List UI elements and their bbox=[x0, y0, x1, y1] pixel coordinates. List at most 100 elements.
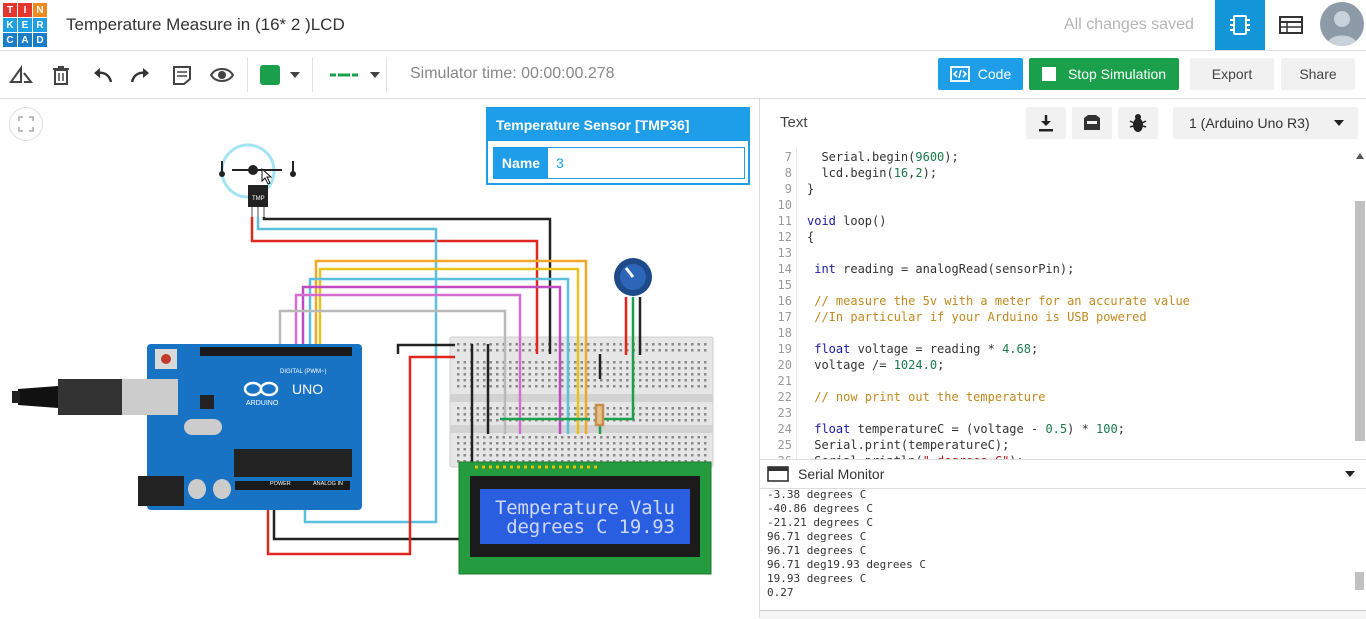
toolbar-divider bbox=[386, 57, 387, 92]
scroll-up-icon[interactable] bbox=[1356, 153, 1364, 159]
library-button[interactable] bbox=[1072, 107, 1112, 139]
line-number: 25 bbox=[777, 438, 792, 452]
redo-button[interactable] bbox=[129, 63, 153, 87]
lcd-line-2: degrees C 19.93 bbox=[495, 516, 675, 538]
code-button[interactable]: Code bbox=[938, 58, 1023, 90]
arduino-model-label: UNO bbox=[292, 381, 323, 397]
serial-line: 19.93 degrees C bbox=[767, 572, 867, 585]
inspector-title: Temperature Sensor [TMP36] bbox=[488, 109, 748, 141]
logo-letter: N bbox=[33, 3, 47, 17]
visibility-button[interactable] bbox=[210, 63, 234, 87]
code-line: 8 lcd.begin(16,2); bbox=[760, 165, 1350, 181]
circuit-view-button[interactable] bbox=[1215, 0, 1265, 50]
line-number: 17 bbox=[777, 310, 792, 324]
serial-monitor-output[interactable]: -3.38 degrees C -40.86 degrees C -21.21 de… bbox=[760, 488, 1366, 610]
stop-simulation-button[interactable]: Stop Simulation bbox=[1029, 58, 1179, 90]
serial-line: 0.27 bbox=[767, 586, 794, 599]
code-text: Serial.begin(9600); bbox=[807, 150, 959, 164]
editor-toolbar: Simulator time: 00:00:00.278 Code Stop S… bbox=[0, 51, 1366, 99]
code-panel: Text 1 (Arduino Uno R3) 7 Serial.begin(9… bbox=[759, 99, 1366, 619]
line-number: 24 bbox=[777, 422, 792, 436]
logo-letter: R bbox=[33, 18, 47, 32]
code-panel-header: Text 1 (Arduino Uno R3) bbox=[760, 99, 1366, 148]
code-line: 16 // measure the 5v with a meter for an… bbox=[760, 293, 1350, 309]
list-view-button[interactable] bbox=[1266, 0, 1316, 50]
terminal-icon bbox=[767, 466, 789, 482]
circuit-view-icon bbox=[1230, 15, 1250, 35]
serial-scrollbar[interactable] bbox=[1355, 572, 1364, 590]
code-line: 22 // now print out the temperature bbox=[760, 389, 1350, 405]
line-number: 19 bbox=[777, 342, 792, 356]
logo-letter: E bbox=[18, 18, 32, 32]
breadboard[interactable] bbox=[449, 336, 714, 468]
serial-monitor-title: Serial Monitor bbox=[798, 466, 885, 482]
save-status: All changes saved bbox=[1064, 16, 1194, 33]
logo-letter: A bbox=[18, 33, 32, 47]
logo-letter: I bbox=[18, 3, 32, 17]
code-text: //In particular if your Arduino is USB p… bbox=[807, 310, 1147, 324]
notes-button[interactable] bbox=[170, 63, 194, 87]
line-number: 16 bbox=[777, 294, 792, 308]
tinkercad-logo[interactable]: TIN KER CAD bbox=[3, 3, 47, 47]
code-line: 18 bbox=[760, 325, 1350, 341]
arduino-brand-label: ARDUINO bbox=[246, 400, 279, 407]
download-icon bbox=[1039, 115, 1053, 132]
code-text: voltage /= 1024.0; bbox=[807, 358, 945, 372]
share-button[interactable]: Share bbox=[1281, 58, 1355, 90]
code-editor[interactable]: 7 Serial.begin(9600); 8 lcd.begin(16,2); 9… bbox=[760, 147, 1366, 459]
serial-line: 96.71 degrees C bbox=[767, 530, 867, 543]
line-number: 7 bbox=[784, 150, 792, 164]
code-line: 14 int reading = analogRead(sensorPin); bbox=[760, 261, 1350, 277]
eye-icon bbox=[210, 68, 234, 82]
serial-line: 96.71 degrees C bbox=[767, 544, 867, 557]
line-number: 21 bbox=[777, 374, 792, 388]
board-select[interactable]: 1 (Arduino Uno R3) bbox=[1173, 107, 1358, 139]
undo-icon bbox=[94, 68, 113, 83]
code-text: { bbox=[807, 230, 815, 244]
line-number: 8 bbox=[784, 166, 792, 180]
code-line: 21 bbox=[760, 373, 1350, 389]
download-button[interactable] bbox=[1026, 107, 1066, 139]
delete-button[interactable] bbox=[49, 63, 73, 87]
sensor-label: TMP bbox=[252, 196, 265, 202]
code-text: float temperatureC = (voltage - 0.5) * 1… bbox=[814, 422, 1125, 436]
code-icon bbox=[949, 66, 970, 82]
debugger-button[interactable] bbox=[1118, 107, 1158, 139]
wire-style-picker[interactable] bbox=[327, 63, 383, 87]
component-inspector: Temperature Sensor [TMP36] Name 3 bbox=[486, 107, 750, 185]
user-avatar[interactable] bbox=[1320, 2, 1364, 46]
stop-icon bbox=[1041, 67, 1056, 81]
serial-line: 96.71 deg19.93 degrees C bbox=[767, 558, 926, 571]
potentiometer[interactable] bbox=[614, 258, 652, 296]
line-number: 15 bbox=[777, 278, 792, 292]
line-number: 20 bbox=[777, 358, 792, 372]
top-header: TIN KER CAD Temperature Measure in (16* 2 … bbox=[0, 0, 1366, 51]
code-mode-label[interactable]: Text bbox=[780, 114, 808, 131]
code-line: 13 bbox=[760, 245, 1350, 261]
circuit-canvas[interactable]: TMP UNO ARDUINO DIGITAL (PWM~) POWER ANA… bbox=[0, 99, 758, 618]
code-text: void loop() bbox=[807, 214, 887, 228]
code-text: } bbox=[807, 182, 815, 196]
export-button[interactable]: Export bbox=[1190, 58, 1274, 90]
code-scrollbar[interactable] bbox=[1355, 201, 1365, 441]
undo-button[interactable] bbox=[90, 63, 114, 87]
chevron-down-icon bbox=[370, 72, 380, 78]
stop-simulation-label: Stop Simulation bbox=[1067, 66, 1167, 82]
serial-monitor-header[interactable]: Serial Monitor bbox=[760, 459, 1366, 489]
logo-letter: K bbox=[3, 18, 17, 32]
redo-icon bbox=[130, 68, 149, 83]
line-number: 9 bbox=[784, 182, 792, 196]
chevron-down-icon[interactable] bbox=[1345, 471, 1355, 477]
project-title[interactable]: Temperature Measure in (16* 2 )LCD bbox=[66, 15, 345, 35]
code-text: Serial.print(temperatureC); bbox=[807, 438, 1010, 452]
logo-letter: C bbox=[3, 33, 17, 47]
color-picker[interactable] bbox=[258, 63, 302, 87]
inspector-name-input[interactable]: 3 bbox=[548, 148, 744, 178]
chevron-down-icon bbox=[1334, 120, 1344, 126]
line-number: 14 bbox=[777, 262, 792, 276]
arduino-power-label: POWER bbox=[270, 481, 291, 487]
code-line: 19 float voltage = reading * 4.68; bbox=[760, 341, 1350, 357]
user-avatar-icon bbox=[1326, 11, 1358, 46]
rotate-button[interactable] bbox=[9, 63, 33, 87]
simulator-time: Simulator time: 00:00:00.278 bbox=[410, 65, 615, 82]
